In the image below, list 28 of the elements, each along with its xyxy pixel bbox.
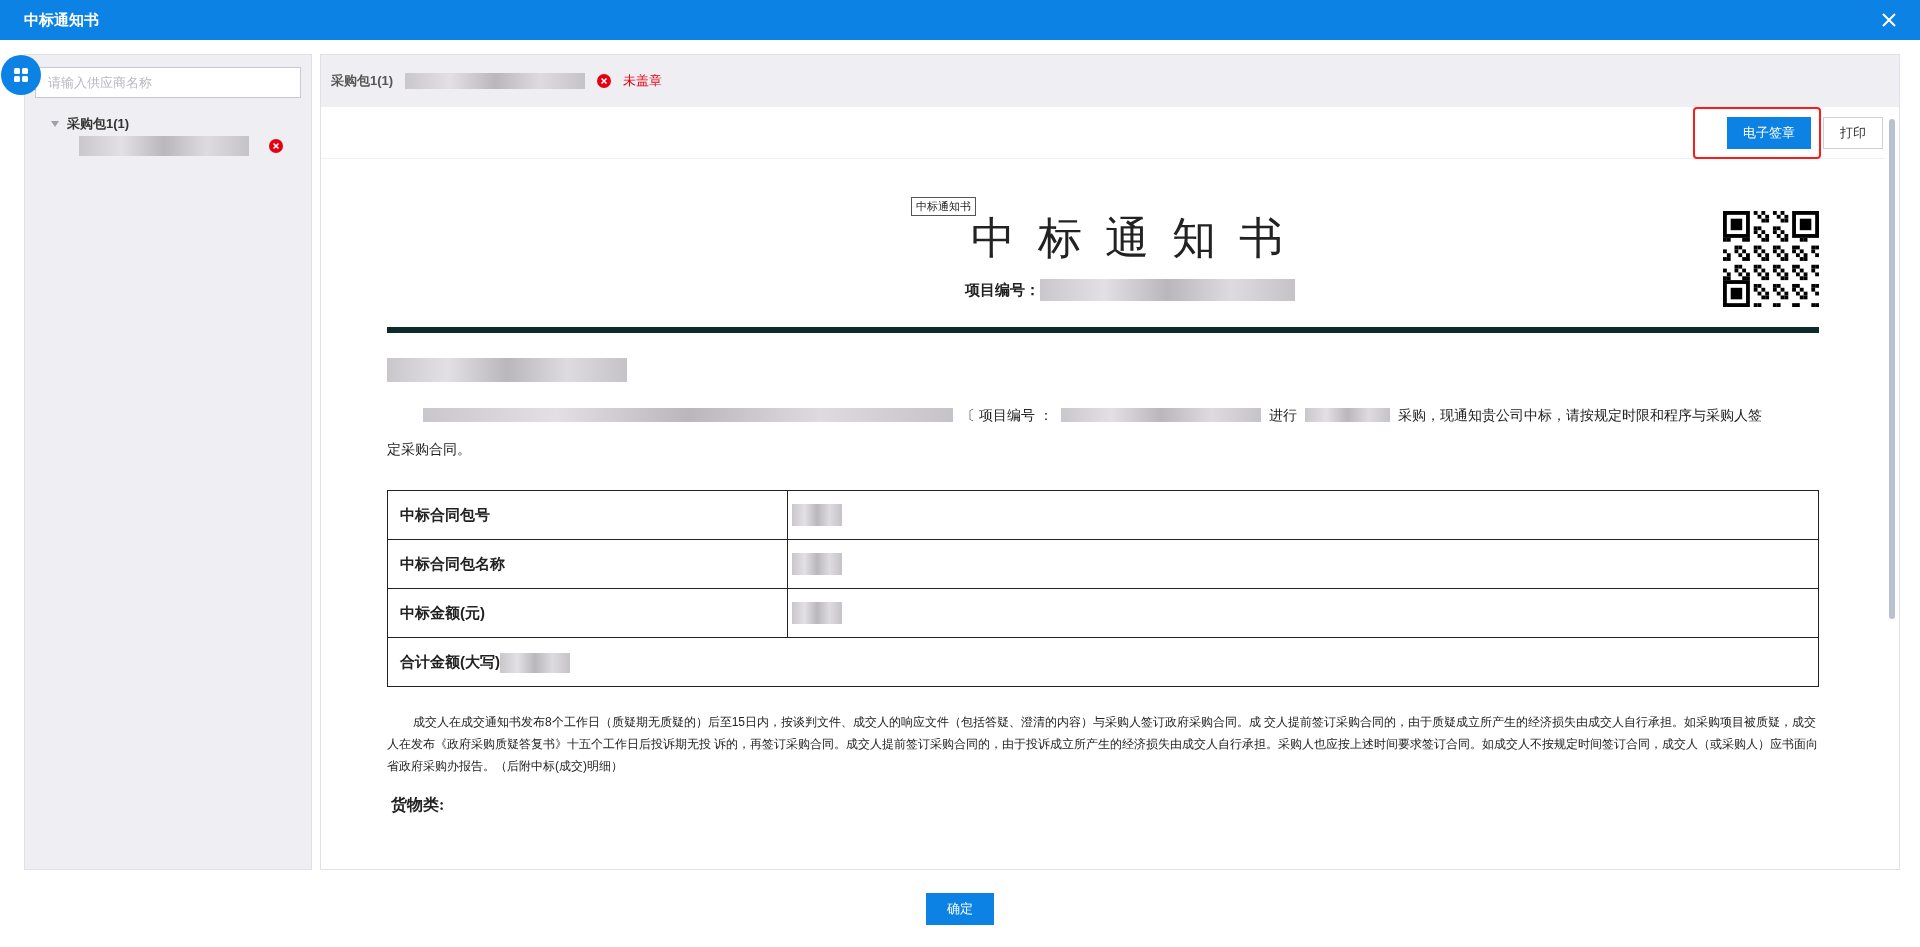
toolbar-button[interactable]: 电子签章 <box>1727 116 1811 149</box>
status-text: 未盖章 <box>623 72 663 91</box>
grid-menu-button[interactable] <box>1 55 41 95</box>
tree-item[interactable]: 采购包1(1) <box>51 114 301 134</box>
confirm-button[interactable]: 确定 <box>926 892 994 925</box>
table-label: 中标金额(元) <box>400 603 485 621</box>
project-number-label: 项目编号： <box>965 280 1040 300</box>
paragraph-text: 采购，现通知贵公司中标，请按规定时限和程序与采购人签 <box>1397 405 1762 425</box>
table-label: 中标合同包号 <box>400 505 490 523</box>
redacted-block <box>792 553 842 576</box>
grid-icon <box>14 68 28 82</box>
dialog-title: 中标通知书 <box>24 9 99 30</box>
paragraph-text: 定采购合同。 <box>387 440 471 457</box>
document-title: 中 标 通 知 书 <box>971 213 1289 265</box>
package-label: 采购包1(1) <box>331 72 394 91</box>
paragraph-text: 进行 <box>1268 405 1297 425</box>
toolbar-button[interactable]: 打印 <box>1823 116 1883 149</box>
redacted-block <box>792 602 842 625</box>
title-tooltip: 中标通知书 <box>911 197 976 216</box>
table-label: 合计金额(大写) <box>400 652 500 670</box>
paragraph-text: 〔 项目编号 ： <box>961 405 1053 425</box>
redacted-block <box>792 504 842 527</box>
search-field[interactable]: 请输入供应商名称 <box>35 67 301 98</box>
close-icon[interactable] <box>1882 13 1896 27</box>
section-heading: 货物类: <box>391 794 446 816</box>
redacted-block <box>500 652 570 673</box>
terms-paragraph: 成交人在成交通知书发布8个工作日（质疑期无质疑的）后至15日内，按谈判文件、成交人的响应文件（包括答疑、澄清的内容）与采购人签订政府采购合同。成 交人提前签订采购合同的，由于质疑成立所产生的经济损失由成交人自行承担。如采购项目被质疑，成交人在发布《政府采购质疑答复书》十五个工作日后投诉期无投 诉的，再签订采购合同。成交人提前签订采购合同的，由于投诉成立所产生的经济损失由成交人自行承担。采购人也应按上述时间要求签订合同。如成交人不按规定时间签订合同，成交人（或采购人）应书面向省政府采购办报告。（后附中标(成交)明细） <box>387 713 1819 775</box>
table-label: 中标合同包名称 <box>400 554 505 572</box>
